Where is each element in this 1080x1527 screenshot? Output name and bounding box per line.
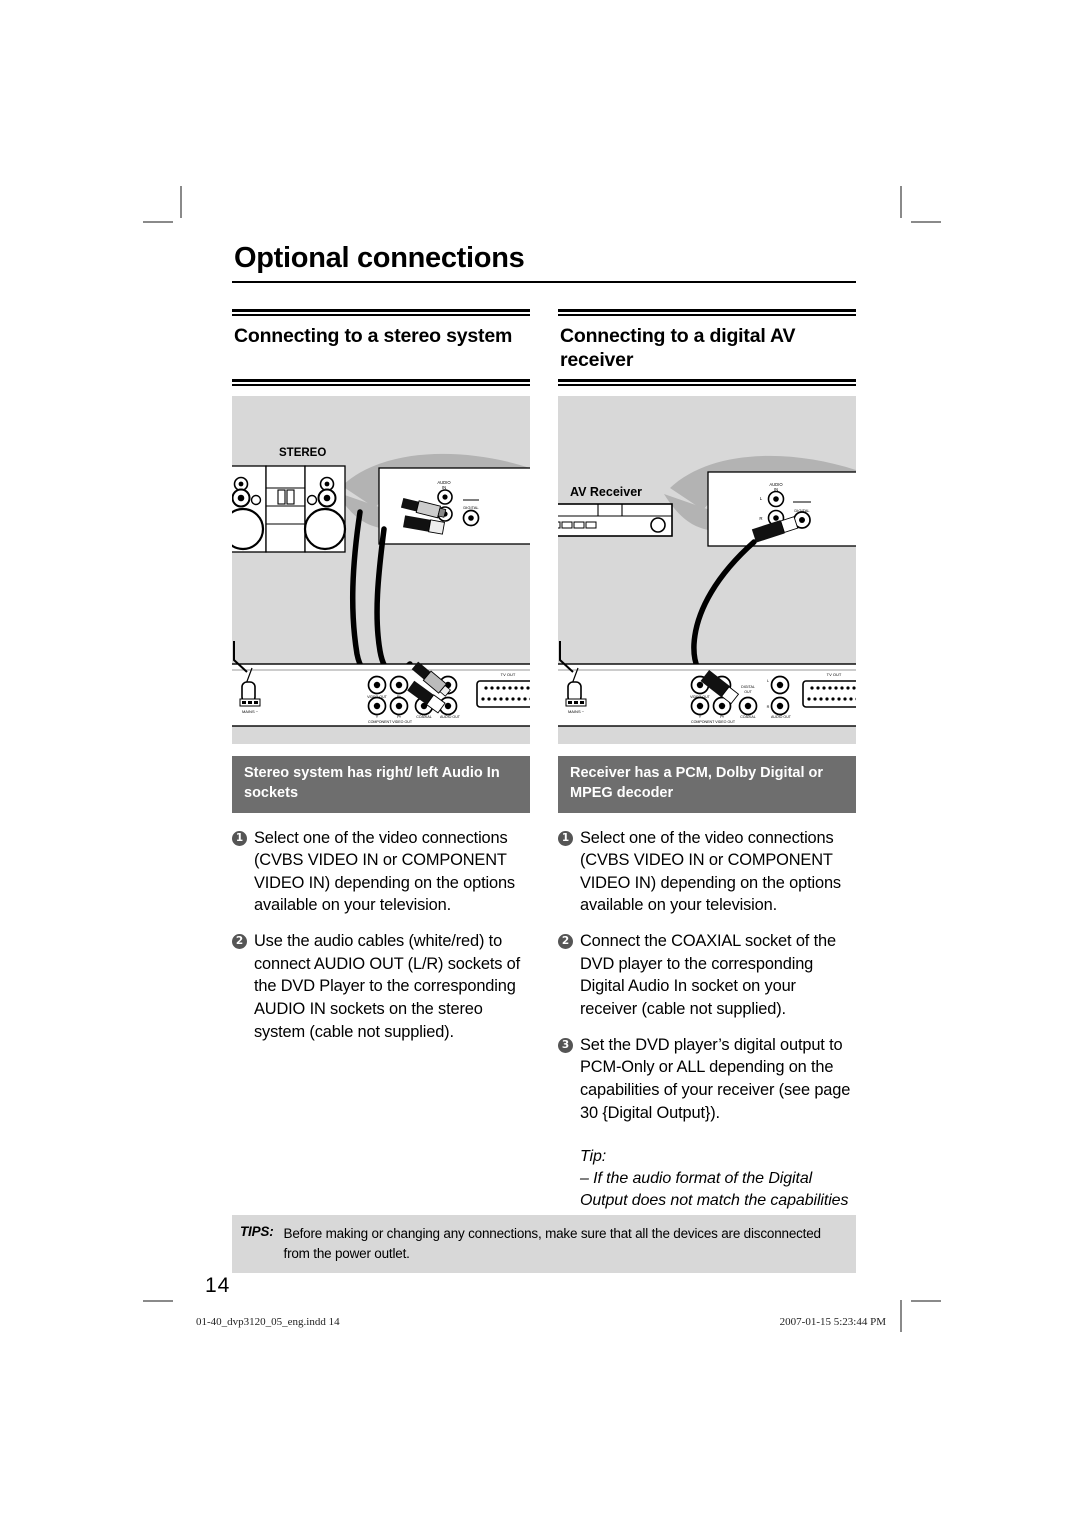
svg-text:R: R: [767, 705, 770, 709]
figure-label-digital: DIGITAL: [463, 505, 479, 510]
svg-text:OUT: OUT: [744, 690, 752, 694]
tips-text: Before making or changing any connection…: [283, 1226, 822, 1261]
figure-label-audio-out: AUDIO OUT: [771, 715, 792, 719]
crop-mark-top-right-vertical: [900, 186, 902, 218]
page-number: 14: [205, 1274, 231, 1297]
document-page: Optional connections Connecting to a ste…: [0, 0, 1080, 1527]
column-stereo: Connecting to a stereo system STEREO AUD…: [232, 309, 530, 1278]
figure-av-receiver-connection: AV Receiver AUDIO IN L R DIGITAL MAINS ~…: [558, 396, 856, 745]
section-rule-top: [232, 309, 530, 317]
step-number: 2: [232, 934, 247, 950]
figure-label-audio-out: AUDIO OUT: [440, 715, 461, 719]
crop-mark-top-right-horizontal: [911, 221, 941, 223]
step-text: Connect the COAXIAL socket of the DVD pl…: [580, 932, 836, 1019]
figure-label-coaxial: COAXIAL: [740, 715, 756, 719]
section-heading-stereo: Connecting to a stereo system: [234, 325, 513, 348]
caption-band-av-receiver: Receiver has a PCM, Dolby Digital or MPE…: [558, 756, 856, 813]
figure-label-component-video-out: COMPONENT VIDEO OUT: [691, 720, 736, 724]
crop-mark-bottom-left-horizontal: [143, 1300, 173, 1302]
step-text: Select one of the video connections (CVB…: [254, 828, 515, 915]
step-item: 1 Select one of the video connections (C…: [232, 827, 530, 918]
content-area: Optional connections Connecting to a ste…: [232, 243, 856, 1279]
section-rule-bottom: [232, 379, 530, 387]
figure-stereo-connection: STEREO AUDIO IN DIGITAL MAINS ~ Y Pr COM…: [232, 396, 530, 745]
crop-mark-bottom-right-horizontal: [911, 1300, 941, 1302]
title-underline: [232, 281, 856, 284]
steps-stereo: 1 Select one of the video connections (C…: [232, 827, 530, 1044]
tips-label: TIPS:: [240, 1224, 274, 1239]
step-text: Use the audio cables (white/red) to conn…: [254, 932, 521, 1041]
crop-mark-top-left-vertical: [180, 186, 182, 218]
print-footer: 01-40_dvp3120_05_eng.indd 14 2007-01-15 …: [196, 1316, 886, 1328]
step-number: 2: [558, 934, 573, 950]
figure-label-coaxial: COAXIAL: [416, 715, 432, 719]
tips-footer-bar: TIPS: Before making or changing any conn…: [232, 1215, 856, 1274]
steps-av-receiver: 1 Select one of the video connections (C…: [558, 827, 856, 1125]
figure-label-stereo: STEREO: [279, 447, 326, 459]
step-item: 2 Use the audio cables (white/red) to co…: [232, 930, 530, 1043]
print-timestamp: 2007-01-15 5:23:44 PM: [779, 1316, 886, 1328]
section-rule-bottom: [558, 379, 856, 387]
step-text: Set the DVD player’s digital output to P…: [580, 1035, 851, 1122]
step-number: 1: [558, 830, 573, 846]
figure-label-tv-out: TV OUT: [501, 672, 516, 677]
step-item: 2 Connect the COAXIAL socket of the DVD …: [558, 930, 856, 1021]
crop-mark-top-left-horizontal: [143, 221, 173, 223]
page-title: Optional connections: [234, 242, 525, 274]
figure-label-tv-out: TV OUT: [827, 672, 842, 677]
step-number: 3: [558, 1037, 573, 1053]
figure-label-av-receiver: AV Receiver: [570, 485, 642, 499]
figure-label-digital-out: DIGITAL: [741, 685, 755, 689]
figure-label-mains: MAINS ~: [568, 709, 585, 714]
two-column-layout: Connecting to a stereo system STEREO AUD…: [232, 309, 856, 1278]
figure-label-component-video-out: COMPONENT VIDEO OUT: [368, 720, 413, 724]
tip-label: Tip:: [580, 1148, 607, 1166]
svg-text:L: L: [767, 679, 769, 683]
caption-band-stereo: Stereo system has right/ left Audio In s…: [232, 756, 530, 813]
column-av-receiver: Connecting to a digital AV receiver AV R…: [558, 309, 856, 1278]
step-text: Select one of the video connections (CVB…: [580, 828, 841, 915]
section-heading-av-receiver: Connecting to a digital AV receiver: [560, 325, 796, 371]
crop-mark-bottom-right-vertical: [900, 1300, 902, 1332]
print-file-name: 01-40_dvp3120_05_eng.indd 14: [196, 1316, 340, 1328]
step-item: 3 Set the DVD player’s digital output to…: [558, 1034, 856, 1125]
figure-label-right: R: [759, 516, 762, 521]
step-number: 1: [232, 830, 247, 846]
figure-label-mains: MAINS ~: [242, 709, 259, 714]
step-item: 1 Select one of the video connections (C…: [558, 827, 856, 918]
section-rule-top: [558, 309, 856, 317]
